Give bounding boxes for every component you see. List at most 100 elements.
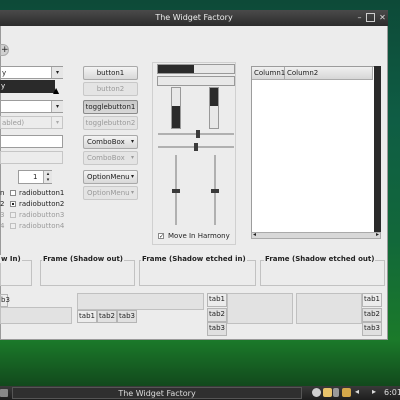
radio-label-2: radiobutton2 <box>19 200 65 208</box>
radio-4 <box>10 223 16 229</box>
combo-entry-disabled: abled) ▾ <box>0 116 63 129</box>
entry-combo[interactable]: ▾ <box>0 100 63 113</box>
move-in-harmony-checkbox[interactable]: ✓ <box>158 233 164 240</box>
tab-bottom-2[interactable]: tab2 <box>97 310 117 323</box>
chevron-down-icon: ▾ <box>51 117 63 128</box>
combo-entry[interactable]: y ▾ <box>0 66 63 79</box>
column-header-2[interactable]: Column2 <box>285 67 373 80</box>
radio-label-3: radiobutton3 <box>19 211 65 219</box>
range-widgets-frame <box>152 62 236 245</box>
frame-shadow-etched-out <box>260 260 385 286</box>
vertical-scrollbar[interactable] <box>374 66 381 239</box>
package-icon[interactable] <box>342 388 351 397</box>
tab-bottom-1[interactable]: tab1 <box>77 310 97 323</box>
combo-entry-value: y <box>2 69 7 77</box>
hscale-1-handle[interactable] <box>196 130 200 138</box>
frame-shadow-in-label: w In) <box>0 255 22 263</box>
chevron-down-icon: ▾ <box>130 189 134 196</box>
optionmenu-label: OptionMenu <box>87 173 130 181</box>
tab-bottom-3[interactable]: tab3 <box>117 310 137 323</box>
notebook-left-panel <box>227 293 293 324</box>
hscale-2-handle[interactable] <box>194 143 198 151</box>
window-title: The Widget Factory <box>155 13 233 22</box>
notebook-top-panel <box>0 307 72 324</box>
tab-right-2[interactable]: tab2 <box>362 308 382 322</box>
move-in-harmony-label: Move In Harmony <box>168 232 230 240</box>
combobox-disabled: ComboBox ▾ <box>83 151 138 165</box>
close-icon[interactable]: ✕ <box>378 13 387 22</box>
horizontal-scrollbar[interactable]: ◂ ▸ <box>251 231 381 239</box>
vscale-right-handle[interactable] <box>211 189 219 193</box>
combobox[interactable]: ComboBox ▾ <box>83 135 138 149</box>
button1[interactable]: button1 <box>83 66 138 80</box>
combobox-disabled-label: ComboBox <box>87 154 125 162</box>
chevron-down-icon[interactable]: ▾ <box>51 67 63 78</box>
frame-shadow-etched-out-label: Frame (Shadow etched out) <box>264 255 376 263</box>
text-entry-disabled <box>0 151 63 164</box>
minimize-icon[interactable]: – <box>355 13 364 22</box>
combo-popup-item[interactable]: y <box>1 82 5 90</box>
mouse-cursor-icon: ▲ <box>53 86 60 95</box>
text-entry[interactable] <box>0 135 63 148</box>
optionmenu[interactable]: OptionMenu ▾ <box>83 170 138 184</box>
frame-shadow-etched-in-label: Frame (Shadow etched in) <box>141 255 247 263</box>
notebook-bottom-panel <box>77 293 204 310</box>
checkbox-label-3: 3 <box>0 211 5 219</box>
vertical-progress-right <box>209 87 219 129</box>
progress-fill <box>172 106 180 128</box>
frame-shadow-out <box>40 260 135 286</box>
tree-view[interactable]: Column1 Column2 <box>251 66 381 239</box>
notebook-right-panel <box>296 293 362 324</box>
horizontal-progress-bar <box>157 64 235 74</box>
combo-popup[interactable]: y <box>0 80 55 93</box>
radio-label-4: radiobutton4 <box>19 222 65 230</box>
frame-shadow-in <box>0 260 32 286</box>
add-icon[interactable]: + <box>0 44 9 56</box>
button2: button2 <box>83 82 138 96</box>
togglebutton1[interactable]: togglebutton1 <box>83 100 138 114</box>
optionmenu-disabled: OptionMenu ▾ <box>83 186 138 200</box>
scroll-left-icon[interactable]: ◂ <box>253 231 256 238</box>
spin-arrows-icon[interactable]: ▴ ▾ <box>43 171 52 183</box>
checkbox-label-2: 2 <box>0 200 5 208</box>
horizontal-level-bar <box>157 76 235 86</box>
frame-shadow-etched-in <box>139 260 256 286</box>
network-icon[interactable] <box>312 388 321 397</box>
column-header-1[interactable]: Column1 <box>252 67 285 80</box>
tab-left-3[interactable]: tab3 <box>207 322 227 336</box>
taskbar-window-title: The Widget Factory <box>118 389 196 398</box>
progress-fill <box>210 88 218 106</box>
radio-1[interactable] <box>10 190 16 196</box>
tab-right-3[interactable]: tab3 <box>362 322 382 336</box>
volume-icon[interactable]: ◂ <box>355 387 359 396</box>
scroll-right-icon[interactable]: ▸ <box>376 231 379 238</box>
arrow-right-icon[interactable]: ▸ <box>372 387 376 396</box>
radio-2[interactable] <box>10 201 16 207</box>
chevron-down-icon: ▾ <box>130 138 134 145</box>
radio-3 <box>10 212 16 218</box>
tab-left-1[interactable]: tab1 <box>207 293 227 307</box>
vertical-progress-left <box>171 87 181 129</box>
checkbox-label-1: n <box>0 189 5 197</box>
vscale-left-handle[interactable] <box>172 189 180 193</box>
taskbar: The Widget Factory ◂ ▸ 6:01 <box>0 386 400 400</box>
battery-icon[interactable] <box>333 388 339 397</box>
progress-fill <box>158 65 195 73</box>
spin-button[interactable]: 1 ▴ ▾ <box>18 170 52 184</box>
combo-disabled-value: abled) <box>2 119 25 127</box>
tab-left-2[interactable]: tab2 <box>207 308 227 322</box>
menu-icon[interactable] <box>0 389 8 397</box>
spin-value: 1 <box>33 173 38 181</box>
maximize-icon[interactable] <box>366 13 375 22</box>
combobox-label: ComboBox <box>87 138 125 146</box>
title-bar[interactable]: The Widget Factory – ✕ <box>0 10 388 26</box>
chevron-down-icon: ▾ <box>130 154 134 161</box>
tab-clip[interactable]: b3 <box>0 294 10 307</box>
folder-icon[interactable] <box>323 388 332 397</box>
radio-label-1: radiobutton1 <box>19 189 65 197</box>
optionmenu-disabled-label: OptionMenu <box>87 189 130 197</box>
togglebutton2: togglebutton2 <box>83 116 138 130</box>
taskbar-window-button[interactable]: The Widget Factory <box>12 387 302 399</box>
tab-right-1[interactable]: tab1 <box>362 293 382 307</box>
chevron-down-icon[interactable]: ▾ <box>51 101 63 112</box>
